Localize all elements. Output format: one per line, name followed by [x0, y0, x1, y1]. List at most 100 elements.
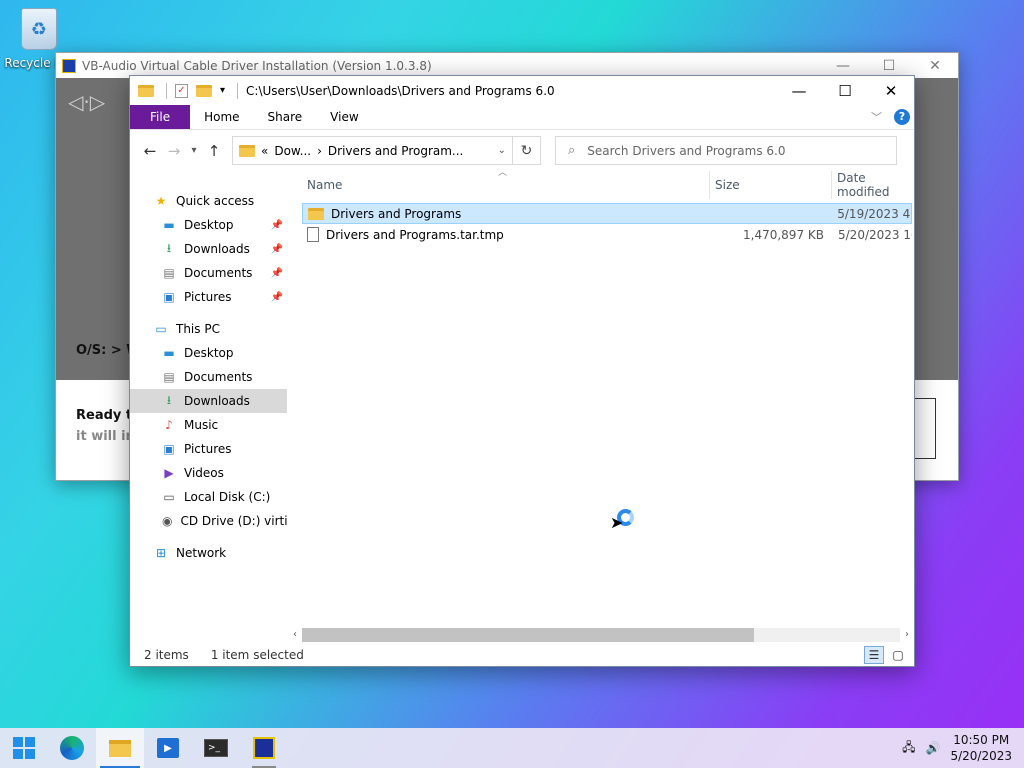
tab-file[interactable]: File	[130, 105, 191, 129]
tab-share[interactable]: Share	[254, 105, 317, 129]
nav-pc-desktop[interactable]: ▬ Desktop	[130, 341, 287, 365]
pictures-icon: ▣	[163, 442, 175, 456]
file-icon	[307, 227, 319, 242]
details-view-icon[interactable]: ☰	[864, 645, 884, 664]
media-player-icon: ▶	[157, 738, 179, 758]
pin-icon[interactable]: 📌	[271, 268, 283, 279]
installer-maximize-button[interactable]: ☐	[866, 58, 912, 74]
music-icon: ♪	[165, 418, 173, 432]
status-bar: 2 items 1 item selected ☰ ▢	[130, 643, 914, 666]
search-input[interactable]: Search Drivers and Programs 6.0	[587, 144, 785, 158]
nav-pc-documents[interactable]: ▤ Documents	[130, 365, 287, 389]
breadcrumb-downloads[interactable]: Dow...	[274, 144, 311, 158]
pictures-icon: ▣	[163, 290, 175, 304]
navigation-pane: ★ Quick access ▬ Desktop 📌 ⭳ Downloads 📌…	[130, 171, 287, 643]
nav-pc-downloads[interactable]: ⭳ Downloads	[130, 389, 287, 413]
minimize-button[interactable]: —	[776, 76, 822, 105]
pin-icon[interactable]: 📌	[271, 220, 283, 231]
customize-toolbar-chevron-icon[interactable]: ▾	[220, 85, 225, 96]
item-count: 2 items	[144, 647, 189, 662]
recent-locations-chevron-icon[interactable]: ▾	[186, 145, 202, 156]
nav-quick-access[interactable]: ★ Quick access	[130, 189, 287, 213]
nav-pc-videos[interactable]: ▶ Videos	[130, 461, 287, 485]
nav-pc-local-disk[interactable]: ▭ Local Disk (C:)	[130, 485, 287, 509]
scroll-thumb[interactable]	[302, 627, 754, 642]
pin-icon[interactable]: 📌	[271, 244, 283, 255]
back-arrow-icon[interactable]: ←	[138, 142, 162, 160]
taskbar: ▶ >_ 🖧 🔊 10:50 PM 5/20/2023	[0, 728, 1024, 768]
refresh-icon[interactable]: ↻	[513, 136, 541, 165]
nav-pc-pictures[interactable]: ▣ Pictures	[130, 437, 287, 461]
address-bar[interactable]: « Dow... › Drivers and Program... ⌄	[232, 136, 513, 165]
up-arrow-icon[interactable]: ↑	[202, 142, 226, 160]
downloads-icon: ⭳	[166, 240, 172, 255]
table-row[interactable]: Drivers and Programs.tar.tmp 1,470,897 K…	[302, 224, 912, 245]
taskbar-terminal[interactable]: >_	[192, 728, 240, 768]
expand-ribbon-chevron-icon[interactable]: ﹀	[871, 109, 882, 125]
volume-icon[interactable]: 🔊	[926, 741, 941, 755]
desktop-icon: ▬	[163, 218, 175, 232]
vb-audio-installer-icon	[253, 737, 275, 759]
system-tray: 🖧 🔊 10:50 PM 5/20/2023	[902, 732, 1024, 764]
computer-icon: ▭	[155, 322, 167, 336]
close-button[interactable]: ✕	[868, 76, 914, 105]
window-title-path: C:\Users\User\Downloads\Drivers and Prog…	[246, 83, 555, 98]
installer-close-button[interactable]: ✕	[912, 58, 958, 74]
table-row[interactable]: Drivers and Programs 5/19/2023 4:06	[302, 203, 912, 224]
nav-quick-desktop[interactable]: ▬ Desktop 📌	[130, 213, 287, 237]
nav-network[interactable]: ⊞ Network	[130, 541, 287, 565]
help-icon[interactable]: ?	[894, 109, 910, 125]
taskbar-vb-audio-installer[interactable]	[240, 728, 288, 768]
explorer-titlebar[interactable]: ✓ ▾ C:\Users\User\Downloads\Drivers and …	[130, 76, 914, 105]
installer-minimize-button[interactable]: —	[820, 58, 866, 74]
forward-arrow-icon[interactable]: →	[162, 142, 186, 160]
nav-quick-pictures[interactable]: ▣ Pictures 📌	[130, 285, 287, 309]
file-list: ︿ Name Size Date modified Drivers and Pr…	[287, 168, 914, 643]
file-size: 1,470,897 KB	[743, 227, 824, 242]
maximize-button[interactable]: ☐	[822, 76, 868, 105]
breadcrumb-separator[interactable]: ›	[317, 144, 322, 158]
nav-this-pc[interactable]: ▭ This PC	[130, 317, 287, 341]
scroll-right-icon[interactable]: ›	[900, 629, 914, 640]
navigation-bar: ← → ▾ ↑ « Dow... › Drivers and Program..…	[130, 130, 914, 171]
nav-pc-cd-drive[interactable]: ◉ CD Drive (D:) virtio-	[130, 509, 287, 533]
nav-pc-music[interactable]: ♪ Music	[130, 413, 287, 437]
nav-quick-downloads[interactable]: ⭳ Downloads 📌	[130, 237, 287, 261]
desktop-icon: ▬	[163, 346, 175, 360]
file-explorer-window[interactable]: ✓ ▾ C:\Users\User\Downloads\Drivers and …	[129, 75, 915, 667]
horizontal-scrollbar[interactable]: ‹ ›	[288, 626, 914, 643]
clock[interactable]: 10:50 PM 5/20/2023	[950, 732, 1012, 764]
explorer-folder-icon	[138, 84, 154, 97]
address-overflow[interactable]: «	[261, 144, 268, 158]
column-name[interactable]: Name	[302, 171, 710, 199]
ribbon: File Home Share View ﹀ ?	[130, 105, 914, 130]
pin-icon[interactable]: 📌	[271, 292, 283, 303]
taskbar-media-player[interactable]: ▶	[144, 728, 192, 768]
search-box[interactable]: ⌕ Search Drivers and Programs 6.0	[555, 136, 897, 165]
windows-logo-icon	[13, 737, 35, 759]
tab-view[interactable]: View	[316, 105, 372, 129]
column-headers: Name Size Date modified	[302, 171, 922, 199]
properties-quick-icon[interactable]: ✓	[175, 83, 188, 98]
address-dropdown-chevron-icon[interactable]: ⌄	[498, 145, 506, 156]
new-folder-quick-icon[interactable]	[196, 84, 212, 97]
file-explorer-icon	[109, 739, 131, 757]
speaker-logo-icon: ◁·▷	[68, 90, 106, 114]
installer-title: VB-Audio Virtual Cable Driver Installati…	[82, 58, 432, 73]
network-tray-icon[interactable]: 🖧	[902, 738, 915, 759]
scroll-left-icon[interactable]: ‹	[288, 629, 302, 640]
scroll-track[interactable]	[302, 627, 900, 642]
large-icons-view-icon[interactable]: ▢	[888, 646, 908, 664]
network-icon: ⊞	[155, 546, 167, 560]
nav-quick-documents[interactable]: ▤ Documents 📌	[130, 261, 287, 285]
tab-home[interactable]: Home	[190, 105, 253, 129]
taskbar-file-explorer[interactable]	[96, 728, 144, 768]
taskbar-edge[interactable]	[48, 728, 96, 768]
start-button[interactable]	[0, 728, 48, 768]
selection-count: 1 item selected	[210, 647, 304, 662]
column-size[interactable]: Size	[710, 171, 832, 199]
cd-drive-icon: ◉	[162, 514, 173, 528]
clock-time: 10:50 PM	[953, 733, 1010, 747]
breadcrumb-current[interactable]: Drivers and Program...	[328, 144, 463, 158]
column-date-modified[interactable]: Date modified	[832, 171, 922, 199]
